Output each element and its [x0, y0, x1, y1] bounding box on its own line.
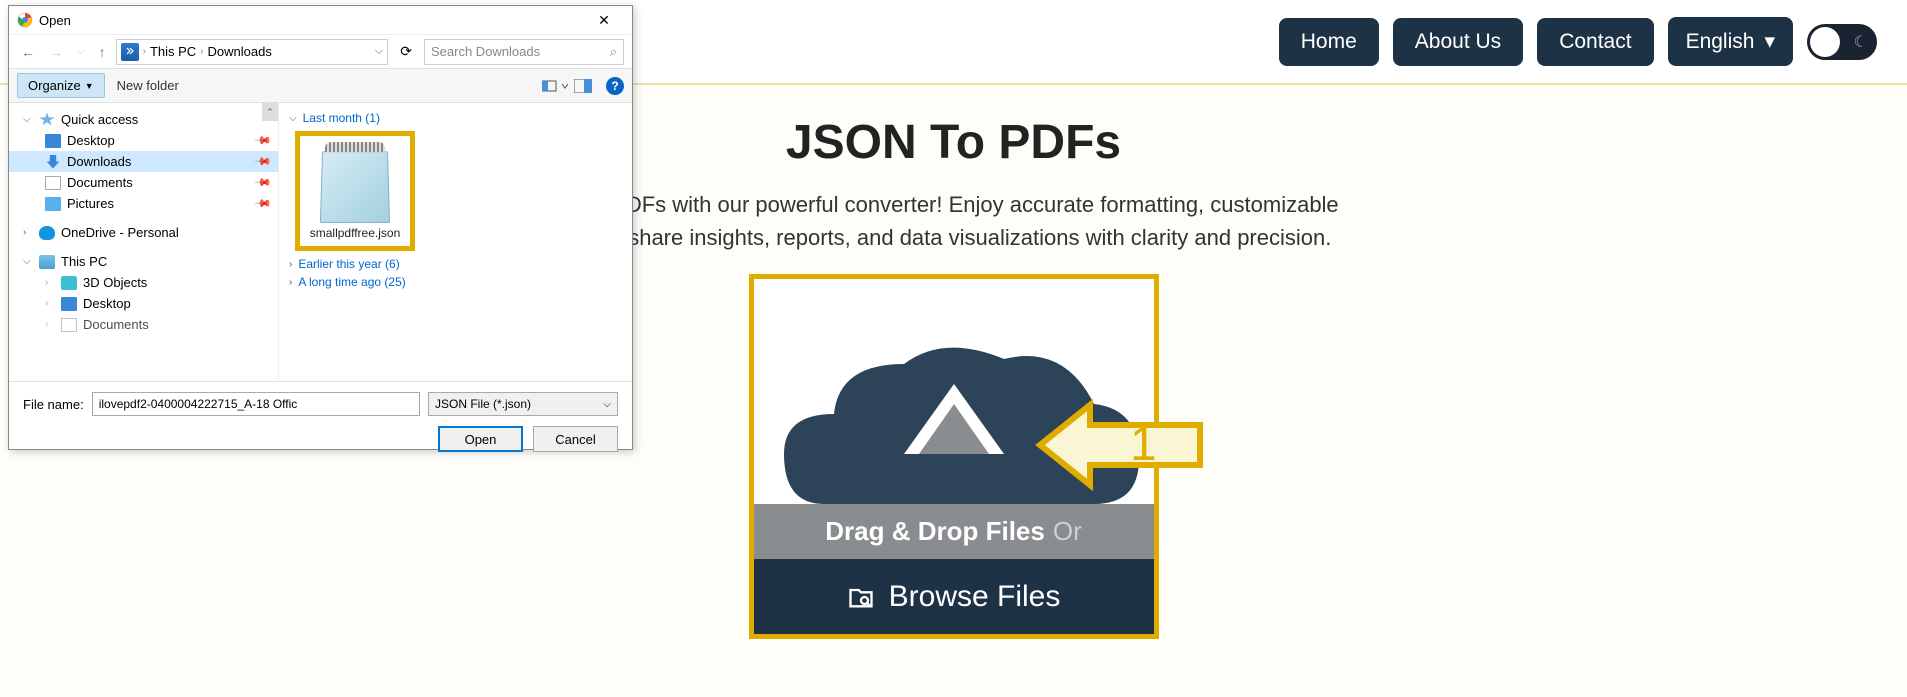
expand-icon: ⌵ [23, 114, 33, 125]
expand-icon: › [289, 259, 292, 270]
pin-icon: 📌 [254, 173, 273, 192]
dialog-toolbar: Organize ▼ New folder ? [9, 68, 632, 103]
refresh-button[interactable]: ⟳ [394, 41, 418, 62]
language-selector[interactable]: English ▾ [1668, 17, 1793, 66]
breadcrumb-dropdown[interactable]: ⌵ [375, 45, 383, 58]
recent-dropdown[interactable]: ⌵ [73, 44, 89, 59]
star-icon [39, 113, 55, 127]
document-icon [61, 318, 77, 332]
toggle-knob [1810, 27, 1840, 57]
dialog-title: Open [39, 13, 584, 28]
desktop-icon [45, 134, 61, 148]
dialog-body: ⌃ ⌵ Quick access Desktop 📌 Downloads 📌 D… [9, 103, 632, 381]
folder-icon [121, 43, 139, 61]
view-options-button[interactable] [542, 79, 560, 93]
folder-search-icon [847, 583, 875, 611]
contact-button[interactable]: Contact [1537, 18, 1653, 66]
close-button[interactable]: ✕ [584, 6, 624, 34]
dialog-bottom-bar: File name: JSON File (*.json) ⌵ Open Can… [9, 381, 632, 462]
document-icon [45, 176, 61, 190]
pin-icon: 📌 [254, 131, 273, 150]
dark-mode-toggle[interactable]: ☾ [1807, 24, 1877, 60]
dialog-titlebar: Open ✕ [9, 6, 632, 34]
organize-button[interactable]: Organize ▼ [17, 73, 105, 98]
file-list-pane: ⌵ Last month (1) smallpdffree.json › Ear… [279, 103, 632, 381]
file-item-smallpdffree[interactable]: smallpdffree.json [295, 131, 415, 251]
folder-tree: ⌃ ⌵ Quick access Desktop 📌 Downloads 📌 D… [9, 103, 279, 381]
drag-drop-label: Drag & Drop Files Or [754, 504, 1154, 559]
pin-icon: 📌 [254, 152, 273, 171]
breadcrumb-separator: › [143, 46, 146, 57]
expand-for=: › [289, 277, 292, 288]
home-button[interactable]: Home [1279, 18, 1379, 66]
tree-pictures[interactable]: Pictures 📌 [9, 193, 278, 214]
tree-documents[interactable]: Documents 📌 [9, 172, 278, 193]
about-button[interactable]: About Us [1393, 18, 1523, 66]
back-button[interactable]: ← [17, 42, 39, 62]
dropdown-icon: ⌵ [603, 399, 611, 410]
tree-documents-pc[interactable]: › Documents [9, 314, 278, 335]
tree-this-pc[interactable]: ⌵ This PC [9, 251, 278, 272]
download-icon [45, 155, 61, 169]
chevron-down-icon: ▾ [1764, 29, 1775, 54]
preview-pane-button[interactable] [574, 79, 592, 93]
tree-downloads[interactable]: Downloads 📌 [9, 151, 278, 172]
annotation-arrow-1: 1 [1030, 390, 1210, 500]
tree-desktop-pc[interactable]: › Desktop [9, 293, 278, 314]
expand-icon: › [45, 298, 55, 309]
file-open-dialog: Open ✕ ← → ⌵ ↑ › This PC › Downloads ⌵ ⟳… [8, 5, 633, 450]
file-name-label: smallpdffree.json [302, 226, 408, 240]
dialog-nav-bar: ← → ⌵ ↑ › This PC › Downloads ⌵ ⟳ Search… [9, 34, 632, 68]
search-icon: ⌕ [610, 44, 617, 60]
filename-input[interactable] [92, 392, 420, 416]
new-folder-button[interactable]: New folder [117, 78, 179, 93]
open-button[interactable]: Open [438, 426, 523, 452]
collapse-icon: ⌵ [289, 113, 297, 124]
breadcrumb-current[interactable]: Downloads [208, 44, 272, 59]
up-button[interactable]: ↑ [95, 42, 110, 62]
pictures-icon [45, 197, 61, 211]
search-placeholder: Search Downloads [431, 44, 540, 59]
3d-icon [61, 276, 77, 290]
expand-icon: ⌵ [23, 256, 33, 267]
cancel-button[interactable]: Cancel [533, 426, 618, 452]
onedrive-icon [39, 226, 55, 240]
group-long-ago[interactable]: › A long time ago (25) [289, 273, 622, 291]
forward-button[interactable]: → [45, 42, 67, 62]
expand-icon: › [23, 227, 33, 238]
desktop-icon [61, 297, 77, 311]
breadcrumb-separator: › [200, 46, 203, 57]
search-input[interactable]: Search Downloads ⌕ [424, 39, 624, 65]
pin-icon: 📌 [254, 194, 273, 213]
tree-desktop[interactable]: Desktop 📌 [9, 130, 278, 151]
browse-files-button[interactable]: Browse Files [754, 559, 1154, 634]
pc-icon [39, 255, 55, 269]
json-file-icon [315, 142, 395, 222]
breadcrumb-root[interactable]: This PC [150, 44, 196, 59]
tree-onedrive[interactable]: › OneDrive - Personal [9, 222, 278, 243]
tree-3d-objects[interactable]: › 3D Objects [9, 272, 278, 293]
expand-icon: › [45, 319, 55, 330]
filename-label: File name: [23, 397, 84, 412]
breadcrumb-path[interactable]: › This PC › Downloads ⌵ [116, 39, 389, 65]
help-button[interactable]: ? [606, 77, 624, 95]
filetype-selector[interactable]: JSON File (*.json) ⌵ [428, 392, 618, 416]
dropdown-arrow-icon: ▼ [85, 81, 94, 91]
language-label: English [1686, 30, 1755, 54]
tree-quick-access[interactable]: ⌵ Quick access [9, 109, 278, 130]
group-last-month[interactable]: ⌵ Last month (1) [289, 109, 622, 127]
group-earlier-year[interactable]: › Earlier this year (6) [289, 255, 622, 273]
moon-icon: ☾ [1854, 32, 1868, 52]
chrome-icon [17, 12, 33, 28]
svg-text:1: 1 [1130, 418, 1157, 471]
expand-icon: › [45, 277, 55, 288]
